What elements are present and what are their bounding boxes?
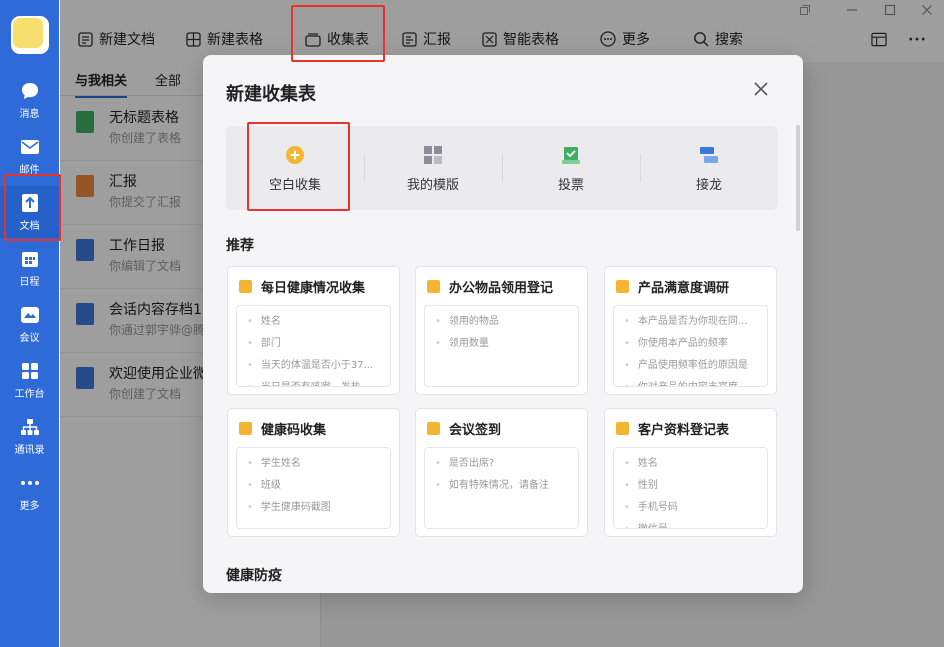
section-heading: 推荐: [226, 238, 254, 254]
rail-label: 日程: [19, 277, 40, 288]
checkbox-icon: [616, 422, 629, 435]
rail-item-messages[interactable]: 消息: [0, 74, 59, 126]
checkbox-icon: [239, 422, 252, 435]
preview-field: 微信号: [624, 520, 668, 528]
card-preview: 是否出席? 如有特殊情况，请备注: [424, 447, 579, 529]
rail-item-meeting[interactable]: 会议: [0, 298, 59, 350]
checkbox-icon: [427, 422, 440, 435]
preview-field: 学生健康码截图: [247, 498, 331, 513]
card-preview: 姓名 部门 当天的体温是否小于37... 当日是否有咳嗽、发热...: [236, 305, 391, 387]
type-label: 接龙: [695, 177, 722, 193]
template-card[interactable]: 会议签到 是否出席? 如有特殊情况，请备注: [415, 408, 588, 537]
rail-item-workbench[interactable]: 工作台: [0, 354, 59, 406]
card-preview: 姓名 性别 手机号码 微信号: [613, 447, 768, 529]
preview-field: 部门: [247, 334, 281, 349]
highlight-box: [291, 5, 385, 62]
card-title: 客户资料登记表: [638, 423, 730, 438]
checkbox-icon: [616, 280, 629, 293]
contacts-icon: [19, 416, 41, 438]
dialog-scrollbar[interactable]: [796, 125, 800, 231]
nav-rail: 消息 邮件 文档 日程 会议 工作台 通讯录 更多: [0, 0, 59, 647]
vote-option[interactable]: 投票: [502, 126, 640, 210]
preview-field: 你使用本产品的频率: [624, 334, 728, 349]
close-icon[interactable]: [753, 81, 771, 99]
calendar-icon: [19, 248, 41, 270]
checkbox-icon: [427, 280, 440, 293]
mail-icon: [19, 136, 41, 158]
preview-field: 本产品是否为你现在同...: [624, 312, 748, 327]
card-preview: 学生姓名 班级 学生健康码截图: [236, 447, 391, 529]
type-label: 投票: [557, 177, 584, 193]
rail-label: 工作台: [14, 389, 45, 400]
preview-field: 如有特殊情况，请备注: [435, 476, 549, 491]
template-card[interactable]: 产品满意度调研 本产品是否为你现在同... 你使用本产品的频率 产品使用频率低的…: [604, 266, 777, 395]
meeting-icon: [19, 304, 41, 326]
my-templates-option[interactable]: 我的模版: [364, 126, 502, 210]
preview-field: 手机号码: [624, 498, 678, 513]
rail-label: 更多: [19, 501, 40, 512]
preview-field: 学生姓名: [247, 454, 301, 469]
vote-icon: [560, 144, 582, 166]
preview-field: 当日是否有咳嗽、发热...: [247, 378, 371, 386]
message-icon: [19, 80, 41, 102]
preview-field: 当天的体温是否小于37...: [247, 356, 373, 371]
preview-field: 姓名: [624, 454, 658, 469]
card-title: 会议签到: [449, 423, 502, 438]
template-card[interactable]: 客户资料登记表 姓名 性别 手机号码 微信号: [604, 408, 777, 537]
rail-item-more[interactable]: 更多: [0, 466, 59, 518]
workbench-icon: [19, 360, 41, 382]
more-dots-icon: [19, 472, 41, 494]
highlight-box: [4, 174, 61, 241]
card-preview: 领用的物品 领用数量: [424, 305, 579, 387]
template-card[interactable]: 每日健康情况收集 姓名 部门 当天的体温是否小于37... 当日是否有咳嗽、发热…: [227, 266, 400, 395]
template-card[interactable]: 健康码收集 学生姓名 班级 学生健康码截图: [227, 408, 400, 537]
template-grid-icon: [422, 144, 444, 166]
checkbox-icon: [239, 280, 252, 293]
rail-label: 会议: [19, 333, 40, 344]
card-title: 产品满意度调研: [638, 281, 730, 296]
preview-field: 性别: [624, 476, 658, 491]
rail-label: 通讯录: [14, 445, 45, 456]
rail-item-calendar[interactable]: 日程: [0, 242, 59, 294]
card-preview: 本产品是否为你现在同... 你使用本产品的频率 产品使用频率低的原因是 你对产品…: [613, 305, 768, 387]
preview-field: 姓名: [247, 312, 281, 327]
preview-field: 你对产品的内容丰富度...: [624, 378, 748, 386]
avatar[interactable]: [11, 16, 49, 54]
chain-icon: [698, 144, 720, 166]
highlight-box: [247, 122, 350, 211]
chain-option[interactable]: 接龙: [640, 126, 778, 210]
dialog-title: 新建收集表: [226, 84, 316, 105]
type-label: 我的模版: [406, 177, 459, 193]
card-title: 健康码收集: [261, 423, 327, 438]
rail-label: 消息: [19, 109, 40, 120]
preview-field: 是否出席?: [435, 454, 494, 469]
template-card[interactable]: 办公物品领用登记 领用的物品 领用数量: [415, 266, 588, 395]
card-title: 办公物品领用登记: [449, 281, 554, 296]
preview-field: 班级: [247, 476, 281, 491]
preview-field: 领用数量: [435, 334, 489, 349]
preview-field: 产品使用频率低的原因是: [624, 356, 748, 371]
rail-item-contacts[interactable]: 通讯录: [0, 410, 59, 462]
card-title: 每日健康情况收集: [261, 281, 366, 296]
section-heading: 健康防疫: [226, 568, 282, 584]
preview-field: 领用的物品: [435, 312, 499, 327]
